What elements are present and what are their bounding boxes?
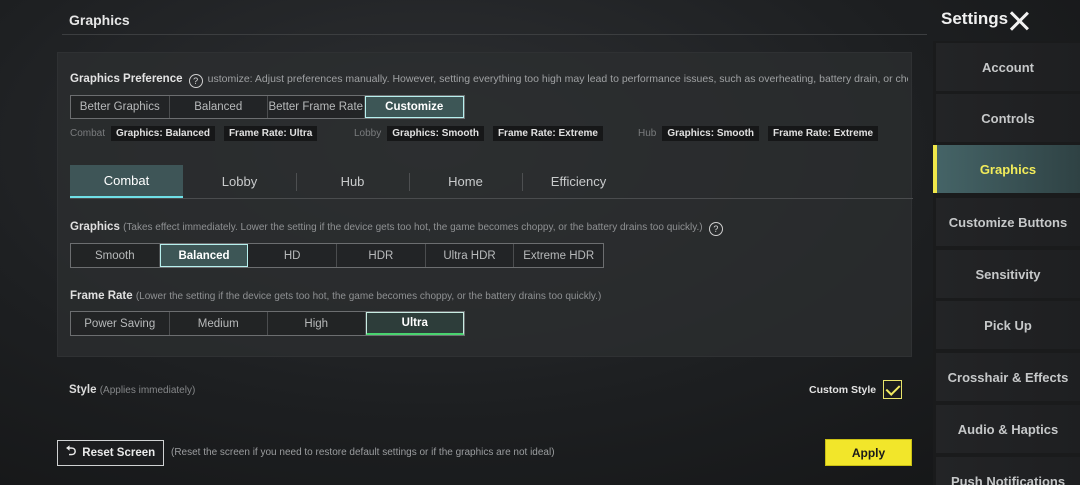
graphics-note: (Takes effect immediately. Lower the set…: [123, 222, 703, 233]
frame-rate-selector: Power Saving Medium High Ultra: [70, 311, 465, 336]
reset-screen-label: Reset Screen: [82, 447, 156, 459]
preset-graphics-chip: Graphics: Smooth: [387, 125, 484, 141]
header-divider: [62, 34, 927, 35]
graphics-option-smooth[interactable]: Smooth: [71, 244, 160, 267]
style-label: Style: [69, 384, 97, 396]
frame-option-power-saving[interactable]: Power Saving: [71, 312, 170, 335]
sidebar-item-account[interactable]: Account: [936, 43, 1080, 91]
sidebar-item-sensitivity[interactable]: Sensitivity: [936, 250, 1080, 298]
pref-option-better-frame-rate[interactable]: Better Frame Rate: [268, 96, 365, 118]
preference-selector: Better Graphics Balanced Better Frame Ra…: [70, 95, 465, 119]
custom-style-checkbox[interactable]: [883, 380, 903, 399]
preset-combat: Combat Graphics: Balanced Frame Rate: Ul…: [70, 125, 326, 141]
graphics-label-row: Graphics (Takes effect immediately. Lowe…: [70, 221, 725, 236]
graphics-panel: Graphics Preference ? ustomize: Adjust p…: [57, 52, 913, 357]
preset-frame-rate-chip: Frame Rate: Extreme: [492, 125, 603, 141]
frame-rate-label: Frame Rate: [70, 290, 133, 302]
pref-option-balanced[interactable]: Balanced: [170, 96, 268, 118]
style-row: Style (Applies immediately): [69, 384, 195, 396]
preset-name: Lobby: [354, 127, 382, 139]
sidebar-item-crosshair-effects[interactable]: Crosshair & Effects: [936, 353, 1080, 401]
tab-efficiency[interactable]: Efficiency: [522, 165, 635, 198]
sidebar-item-graphics[interactable]: Graphics: [933, 145, 1080, 193]
preset-graphics-chip: Graphics: Smooth: [662, 125, 760, 141]
preset-frame-rate-chip: Frame Rate: Ultra: [223, 125, 318, 141]
graphics-option-extreme-hdr[interactable]: Extreme HDR: [514, 244, 603, 267]
preset-frame-rate-chip: Frame Rate: Extreme: [768, 125, 879, 141]
graphics-option-ultra-hdr[interactable]: Ultra HDR: [426, 244, 515, 267]
undo-icon: ⮌: [65, 443, 77, 458]
sidebar-item-controls[interactable]: Controls: [936, 94, 1080, 142]
reset-screen-button[interactable]: ⮌ Reset Screen: [57, 440, 164, 466]
graphics-option-balanced[interactable]: Balanced: [159, 244, 249, 267]
style-note: (Applies immediately): [99, 385, 196, 396]
help-icon[interactable]: ?: [708, 222, 723, 236]
apply-button[interactable]: Apply: [825, 439, 912, 466]
tab-hub[interactable]: Hub: [296, 165, 409, 198]
frame-option-medium[interactable]: Medium: [170, 312, 268, 335]
preset-lobby: Lobby Graphics: Smooth Frame Rate: Extre…: [354, 125, 612, 141]
preset-graphics-chip: Graphics: Balanced: [111, 125, 215, 141]
graphics-option-hdr[interactable]: HDR: [337, 244, 426, 267]
reset-note: (Reset the screen if you need to restore…: [171, 447, 555, 458]
settings-title: Settings: [941, 9, 1009, 28]
preset-name: Hub: [638, 127, 657, 139]
sidebar-item-push-notifications[interactable]: Push Notifications: [936, 457, 1080, 485]
help-icon[interactable]: ?: [188, 74, 203, 88]
pref-option-better-graphics[interactable]: Better Graphics: [71, 96, 170, 118]
mode-tabs: Combat Lobby Hub Home Efficiency: [70, 165, 913, 199]
custom-style-toggle[interactable]: Custom Style: [809, 380, 903, 399]
graphics-label: Graphics: [70, 221, 120, 233]
tabs-divider: [70, 198, 913, 199]
frame-option-ultra[interactable]: Ultra: [365, 312, 464, 335]
tab-lobby[interactable]: Lobby: [183, 165, 296, 198]
preference-row: Graphics Preference ? ustomize: Adjust p…: [70, 73, 908, 91]
close-icon[interactable]: [1008, 10, 1030, 32]
preference-label: Graphics Preference: [70, 73, 183, 85]
graphics-quality-selector: Smooth Balanced HD HDR Ultra HDR Extreme…: [70, 243, 604, 268]
settings-sidebar: Account Controls Graphics Customize Butt…: [933, 41, 1080, 485]
custom-style-label: Custom Style: [809, 383, 877, 396]
sidebar-item-pick-up[interactable]: Pick Up: [936, 301, 1080, 349]
sidebar-item-customize-buttons[interactable]: Customize Buttons: [936, 198, 1080, 246]
preference-description: ustomize: Adjust preferences manually. H…: [207, 73, 908, 85]
section-title: Graphics: [69, 12, 130, 28]
frame-rate-note: (Lower the setting if the device gets to…: [135, 291, 602, 302]
pref-option-customize[interactable]: Customize: [364, 96, 464, 118]
frame-option-high[interactable]: High: [268, 312, 366, 335]
frame-rate-label-row: Frame Rate (Lower the setting if the dev…: [70, 290, 601, 302]
graphics-option-hd[interactable]: HD: [248, 244, 338, 267]
tab-combat[interactable]: Combat: [70, 165, 183, 198]
tab-home[interactable]: Home: [409, 165, 522, 198]
preset-name: Combat: [70, 127, 106, 139]
preset-hub: Hub Graphics: Smooth Frame Rate: Extreme: [638, 125, 887, 141]
sidebar-item-audio-haptics[interactable]: Audio & Haptics: [936, 405, 1080, 453]
